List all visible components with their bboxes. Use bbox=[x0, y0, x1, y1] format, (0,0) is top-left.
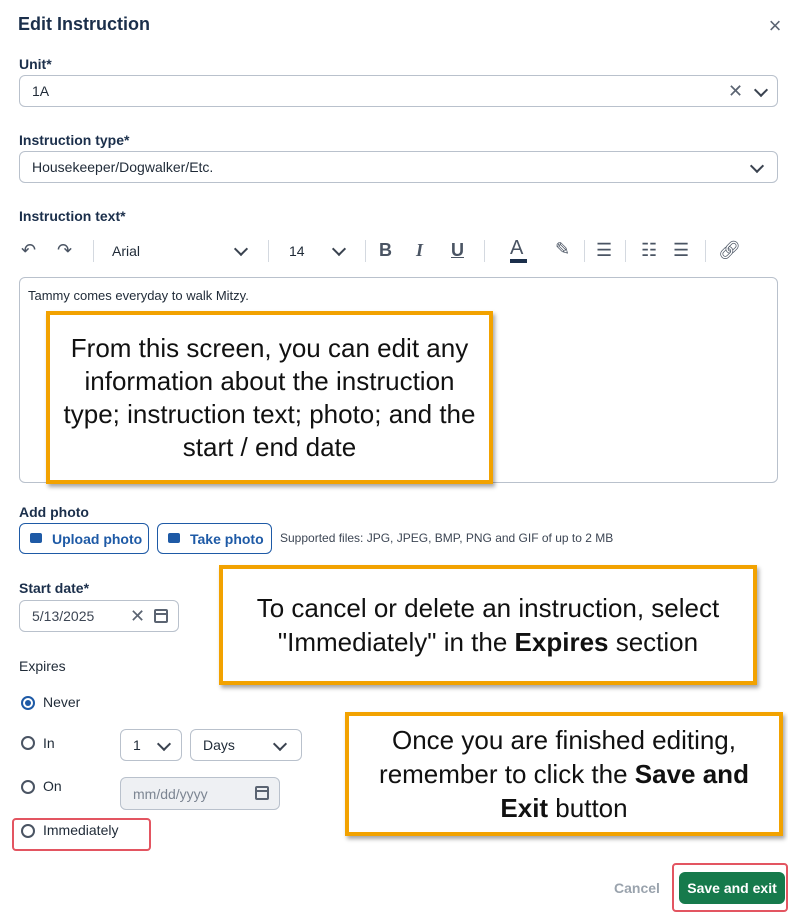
image-icon bbox=[30, 533, 42, 543]
instruction-text-label: Instruction text* bbox=[19, 208, 126, 224]
instruction-text-content: Tammy comes everyday to walk Mitzy. bbox=[28, 288, 249, 303]
text-color-swatch bbox=[510, 259, 527, 263]
expires-in-unit-select[interactable]: Days bbox=[190, 729, 302, 761]
dialog-title: Edit Instruction bbox=[18, 14, 150, 34]
close-icon[interactable]: × bbox=[764, 15, 786, 38]
font-size-select[interactable]: 14 bbox=[289, 243, 305, 259]
take-photo-button[interactable]: Take photo bbox=[157, 523, 272, 554]
chevron-down-icon[interactable] bbox=[753, 82, 769, 98]
camera-icon bbox=[168, 533, 180, 543]
callout-cancel: To cancel or delete an instruction, sele… bbox=[219, 565, 757, 685]
callout-edit-info: From this screen, you can edit any infor… bbox=[46, 311, 493, 484]
undo-icon[interactable]: ↶ bbox=[21, 240, 36, 260]
link-icon[interactable]: 🔗︎ bbox=[718, 240, 741, 260]
instruction-type-value: Housekeeper/Dogwalker/Etc. bbox=[32, 159, 214, 175]
instruction-type-label: Instruction type* bbox=[19, 132, 130, 148]
bullet-list-icon[interactable]: ☷ bbox=[641, 240, 657, 260]
unit-select[interactable]: 1A ✕ bbox=[19, 75, 778, 107]
redo-icon[interactable]: ↷ bbox=[57, 240, 72, 260]
numbered-list-icon[interactable]: ☰ bbox=[673, 240, 689, 260]
expires-in-label: In bbox=[43, 735, 55, 751]
expires-never-radio[interactable] bbox=[21, 696, 35, 710]
bold-icon[interactable]: B bbox=[379, 240, 392, 260]
calendar-icon[interactable] bbox=[255, 786, 269, 800]
expires-on-placeholder: mm/dd/yyyy bbox=[133, 785, 208, 802]
underline-icon[interactable]: U bbox=[451, 240, 464, 260]
save-highlight bbox=[672, 863, 788, 912]
start-date-value: 5/13/2025 bbox=[32, 608, 95, 624]
cancel-button[interactable]: Cancel bbox=[614, 880, 660, 896]
instruction-type-select[interactable]: Housekeeper/Dogwalker/Etc. bbox=[19, 151, 778, 183]
immediately-highlight bbox=[12, 818, 151, 851]
callout-save: Once you are finished editing, remember … bbox=[345, 712, 783, 836]
text-color-icon[interactable]: A bbox=[510, 238, 523, 258]
expires-on-date-field[interactable]: mm/dd/yyyy bbox=[120, 777, 280, 810]
expires-label: Expires bbox=[19, 658, 66, 674]
align-left-icon[interactable]: ☰ bbox=[596, 240, 612, 260]
chevron-down-icon bbox=[272, 736, 288, 752]
add-photo-label: Add photo bbox=[19, 504, 89, 520]
supported-files-note: Supported files: JPG, JPEG, BMP, PNG and… bbox=[280, 531, 614, 545]
chevron-down-icon[interactable] bbox=[331, 241, 347, 257]
expires-in-count-select[interactable]: 1 bbox=[120, 729, 182, 761]
clear-icon[interactable]: ✕ bbox=[728, 82, 743, 100]
start-date-field[interactable]: 5/13/2025 ✕ bbox=[19, 600, 179, 632]
font-select[interactable]: Arial bbox=[112, 243, 140, 259]
highlight-icon[interactable]: ✎ bbox=[555, 239, 570, 259]
upload-photo-button[interactable]: Upload photo bbox=[19, 523, 149, 554]
calendar-icon[interactable] bbox=[154, 609, 168, 623]
chevron-down-icon bbox=[156, 736, 172, 752]
expires-on-label: On bbox=[43, 778, 62, 794]
italic-icon[interactable]: I bbox=[416, 240, 423, 260]
expires-on-radio[interactable] bbox=[21, 780, 35, 794]
clear-icon[interactable]: ✕ bbox=[130, 607, 145, 625]
expires-in-radio[interactable] bbox=[21, 736, 35, 750]
start-date-label: Start date* bbox=[19, 580, 90, 596]
unit-value: 1A bbox=[32, 83, 50, 99]
chevron-down-icon[interactable] bbox=[749, 158, 765, 174]
unit-label: Unit* bbox=[19, 56, 52, 72]
chevron-down-icon[interactable] bbox=[233, 241, 249, 257]
expires-never-label: Never bbox=[43, 694, 81, 710]
